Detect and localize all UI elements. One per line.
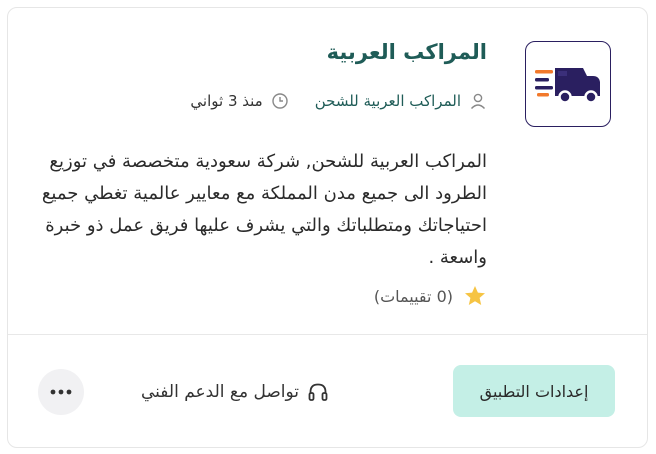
app-card: المراكب العربية المراكب العربية للشحن من… [7,7,648,448]
rating-count: (0 تقييمات) [373,286,453,306]
app-meta: المراكب العربية للشحن منذ 3 ثواني [190,90,487,112]
headset-icon [307,381,329,403]
app-description: المراكب العربية للشحن, شركة سعودية متخصص… [41,151,487,268]
app-settings-button[interactable]: إعدادات التطبيق [453,365,615,417]
delivery-truck-icon [533,62,603,106]
app-title: المراكب العربية [326,40,487,64]
divider [8,334,647,335]
published-time: منذ 3 ثواني [190,92,263,110]
app-logo [525,41,611,127]
support-link[interactable]: تواصل مع الدعم الفني [141,378,329,406]
more-dots-icon [49,388,73,396]
user-icon [469,92,487,110]
clock-icon [271,92,289,110]
publisher-link[interactable]: المراكب العربية للشحن [315,92,461,110]
star-icon [463,284,487,308]
support-label: تواصل مع الدعم الفني [141,382,299,402]
more-options-button[interactable] [38,369,84,415]
rating: (0 تقييمات) [374,282,487,310]
